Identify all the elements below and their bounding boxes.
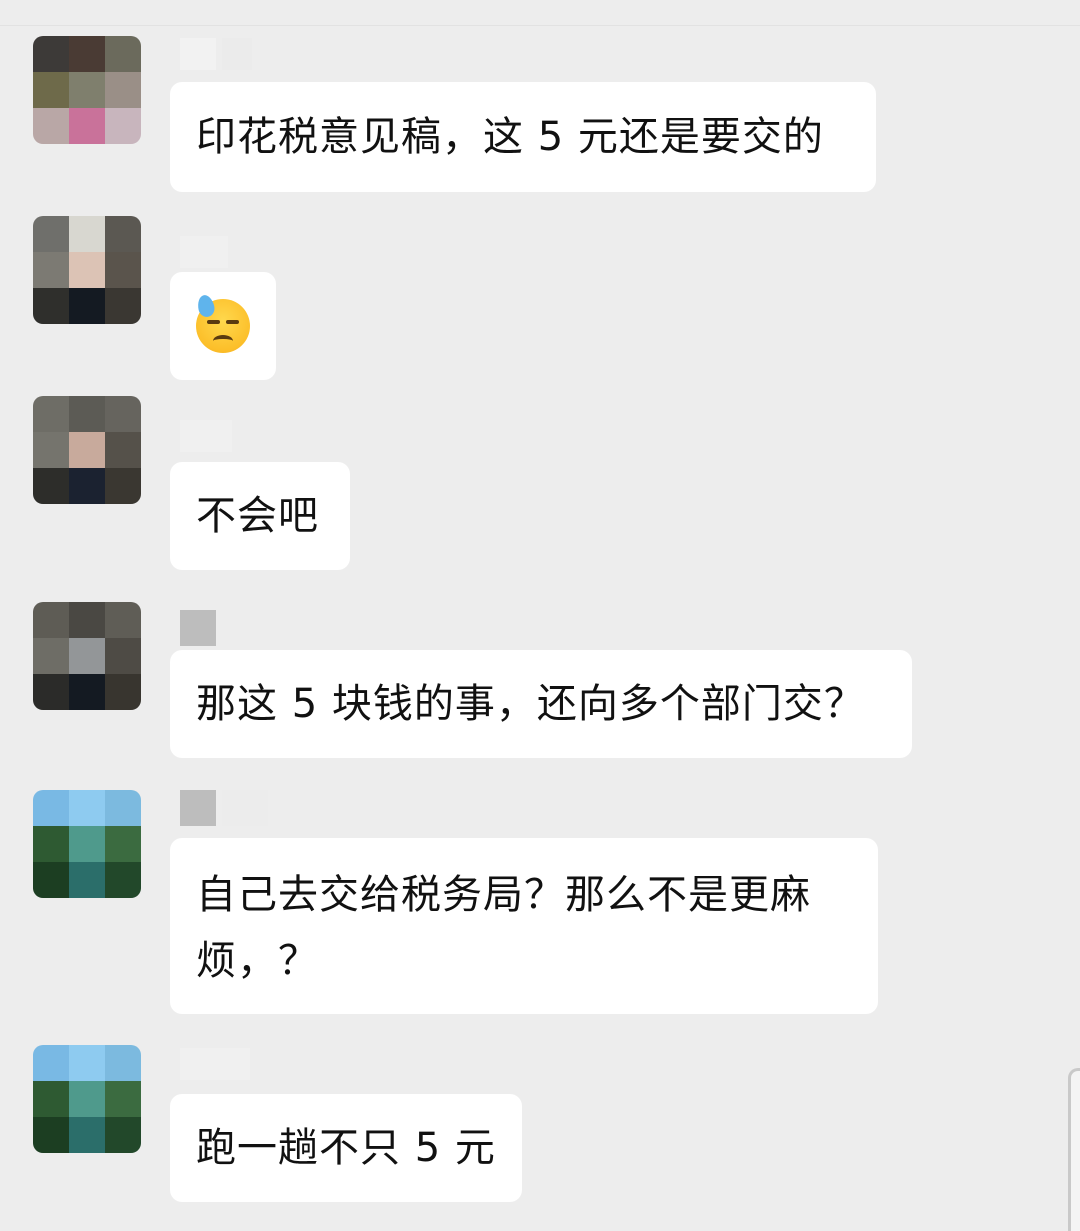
message-bubble[interactable] <box>170 272 276 380</box>
sender-name-blurred <box>180 236 228 268</box>
avatar[interactable] <box>33 216 141 324</box>
sender-name-blurred <box>180 610 216 646</box>
scroll-edge <box>1068 1068 1080 1231</box>
message-bubble[interactable]: 跑一趟不只 5 元 <box>170 1094 522 1202</box>
message-bubble[interactable]: 印花税意见稿，这 5 元还是要交的 <box>170 82 876 192</box>
top-divider <box>0 25 1080 26</box>
message-bubble[interactable]: 自己去交给税务局？那么不是更麻烦，？ <box>170 838 878 1014</box>
sender-name-blurred <box>180 790 268 826</box>
avatar[interactable] <box>33 790 141 898</box>
avatar[interactable] <box>33 36 141 144</box>
avatar[interactable] <box>33 602 141 710</box>
message-text: 自己去交给税务局？那么不是更麻烦，？ <box>196 872 811 984</box>
message-text: 不会吧 <box>196 493 319 539</box>
message-bubble[interactable]: 那这 5 块钱的事，还向多个部门交？ <box>170 650 912 758</box>
message-text: 跑一趟不只 5 元 <box>196 1125 496 1171</box>
sender-name-blurred <box>180 38 252 70</box>
avatar[interactable] <box>33 396 141 504</box>
sender-name-blurred <box>180 1048 250 1080</box>
message-bubble[interactable]: 不会吧 <box>170 462 350 570</box>
avatar[interactable] <box>33 1045 141 1153</box>
message-text: 印花税意见稿，这 5 元还是要交的 <box>196 114 824 160</box>
sender-name-blurred <box>180 420 232 452</box>
message-text: 那这 5 块钱的事，还向多个部门交？ <box>196 681 865 727</box>
downcast-face-with-sweat-icon <box>195 293 250 353</box>
